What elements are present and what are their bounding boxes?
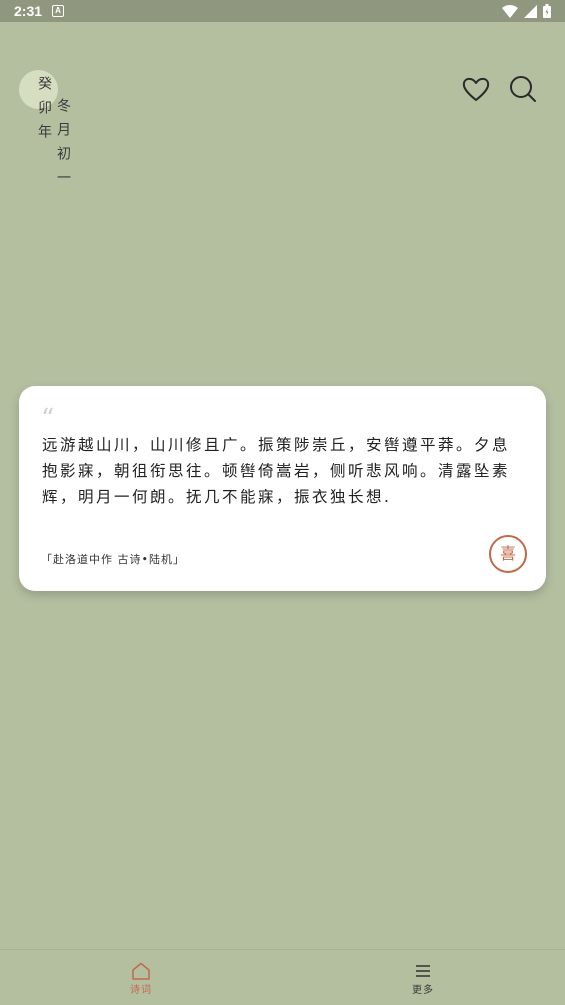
status-time: 2:31 xyxy=(14,3,43,19)
menu-icon xyxy=(416,965,430,977)
search-icon[interactable] xyxy=(508,74,538,104)
signal-icon xyxy=(524,4,537,18)
poem-card[interactable]: “ 远游越山川，山川修且广。振策陟崇丘，安辔遵平莽。夕息抱影寐，朝徂衔思往。顿辔… xyxy=(19,386,546,591)
battery-icon xyxy=(543,4,551,18)
nav-item-poems[interactable]: 诗词 xyxy=(111,958,171,996)
wifi-icon xyxy=(502,4,518,18)
poem-source: 「赴洛道中作 古诗•陆机」 xyxy=(41,553,185,566)
nav-label-poems: 诗词 xyxy=(130,985,152,996)
quote-mark: “ xyxy=(41,404,55,434)
nav-label-more: 更多 xyxy=(412,985,434,996)
home-icon xyxy=(132,962,150,980)
heart-icon[interactable] xyxy=(461,74,491,104)
date-lunar-day: 冬月初一 xyxy=(55,98,71,194)
notification-icon: A xyxy=(52,5,64,17)
status-icons xyxy=(502,4,551,18)
poem-text: 远游越山川，山川修且广。振策陟崇丘，安辔遵平莽。夕息抱影寐，朝徂衔思往。顿辔倚嵩… xyxy=(42,436,511,506)
status-bar: 2:31 A xyxy=(0,0,565,22)
bottom-nav: 诗词 更多 xyxy=(0,949,565,1005)
nav-item-more[interactable]: 更多 xyxy=(393,958,453,996)
like-stamp-button[interactable]: 喜 xyxy=(489,535,527,573)
